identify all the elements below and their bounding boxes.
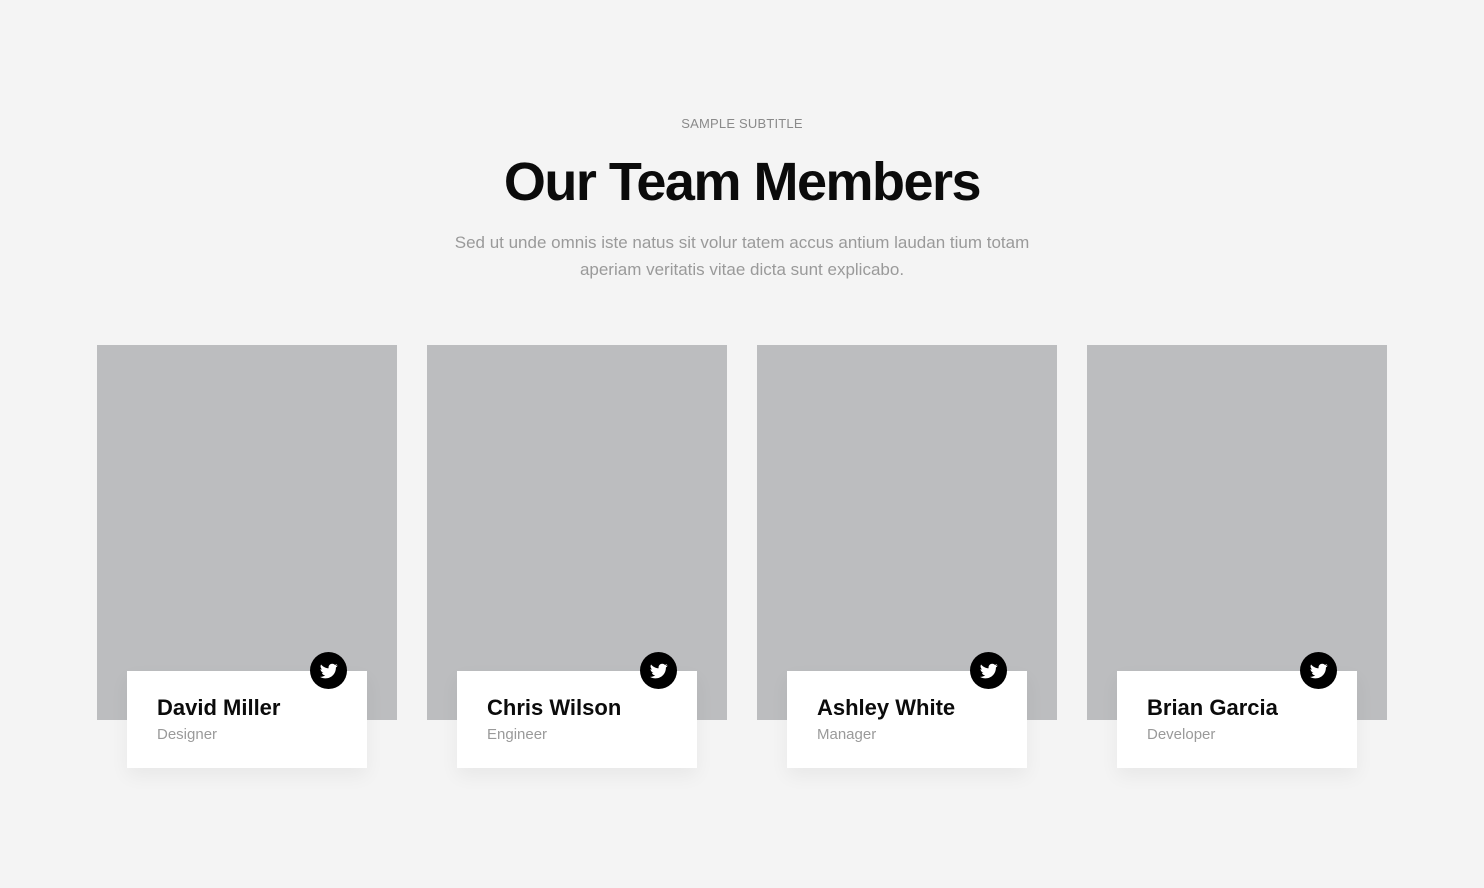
twitter-button[interactable] [1300, 652, 1337, 689]
twitter-icon [319, 662, 338, 680]
member-role: Manager [817, 726, 877, 743]
team-card-ashley-white: Ashley White Manager [757, 345, 1057, 775]
member-role: Engineer [487, 726, 548, 743]
member-name: Ashley White [817, 695, 956, 720]
member-name: Chris Wilson [487, 695, 622, 720]
section-title: Our Team Members [503, 152, 982, 212]
section-subtitle: SAMPLE SUBTITLE [681, 116, 803, 131]
member-role: Designer [157, 726, 218, 743]
twitter-icon [1309, 662, 1328, 680]
twitter-button[interactable] [970, 652, 1007, 689]
member-photo-placeholder [427, 345, 727, 720]
team-card-david-miller: David Miller Designer [97, 345, 397, 775]
team-grid: David Miller Designer Chris Wilson Engin… [97, 345, 1387, 775]
member-photo-placeholder [757, 345, 1057, 720]
member-name: David Miller [157, 695, 281, 720]
twitter-button[interactable] [310, 652, 347, 689]
twitter-icon [649, 662, 668, 680]
member-name: Brian Garcia [1147, 695, 1278, 720]
section-description: Sed ut unde omnis iste natus sit volur t… [454, 233, 1030, 279]
twitter-button[interactable] [640, 652, 677, 689]
twitter-icon [979, 662, 998, 680]
team-section: SAMPLE SUBTITLE Our Team Members Sed ut … [0, 0, 1484, 888]
team-card-chris-wilson: Chris Wilson Engineer [427, 345, 727, 775]
member-role: Developer [1147, 726, 1216, 743]
team-card-brian-garcia: Brian Garcia Developer [1087, 345, 1387, 775]
member-photo-placeholder [1087, 345, 1387, 720]
member-photo-placeholder [97, 345, 397, 720]
